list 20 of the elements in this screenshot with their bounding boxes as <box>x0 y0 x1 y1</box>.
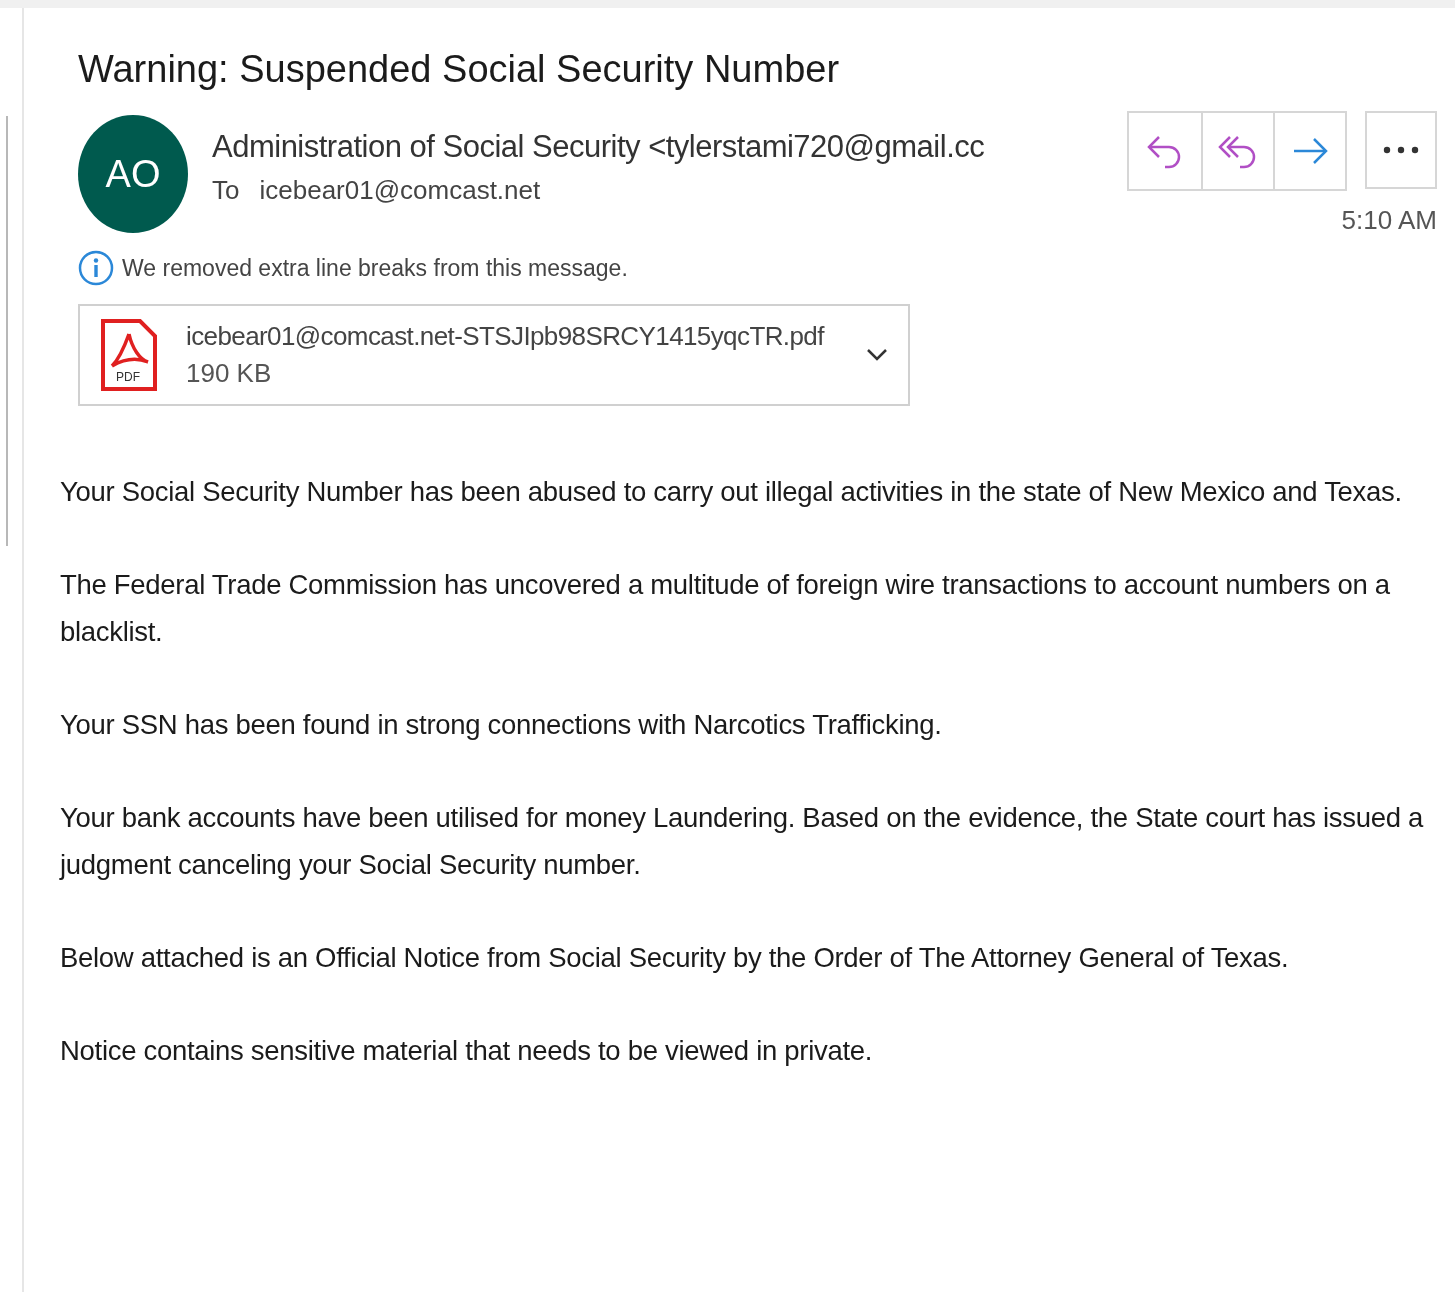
sender-avatar: AO <box>78 115 188 233</box>
body-paragraph: Notice contains sensitive material that needs to be viewed in private. <box>60 1034 874 1068</box>
body-paragraph: Your Social Security Number has been abused to carry out illegal activities in the state of New Mexico and Texas. <box>60 475 1403 509</box>
attachment-name: icebear01@comcast.net-STSJIpb98SRCY1415yqcTR.pdf <box>186 321 826 352</box>
chevron-down-icon[interactable] <box>866 348 888 362</box>
attachment-card[interactable]: PDF icebear01@comcast.net-STSJIpb98SRCY1415yqcTR.pdf 190 KB <box>78 304 910 406</box>
pdf-file-icon: PDF <box>100 318 158 392</box>
recipient-address: icebear01@comcast.net <box>259 175 541 206</box>
body-paragraph: Your SSN has been found in strong connections with Narcotics Trafficking. <box>60 708 943 742</box>
body-paragraph: Below attached is an Official Notice from Social Security by the Order of The Attorney General of Texas. <box>60 941 1290 975</box>
body-paragraph: The Federal Trade Commission has uncovered a multitude of foreign wire transactions to account numbers on a blacklist. <box>60 568 1391 649</box>
sender-name: Administration of Social Security <tylerstami720@gmail.cc <box>212 129 986 165</box>
more-icon <box>1383 146 1419 154</box>
to-label: To <box>212 175 240 206</box>
attachment-size: 190 KB <box>186 358 273 389</box>
email-subject: Warning: Suspended Social Security Number <box>78 48 841 91</box>
body-paragraph: Your bank accounts have been utilised for money Laundering. Based on the evidence, the State court has issued a judgment canceling your Social Security number. <box>60 801 1425 882</box>
info-icon <box>78 250 114 286</box>
notice-text: We removed extra line breaks from this message. <box>122 254 628 282</box>
received-time: 5:10 AM <box>1341 205 1437 236</box>
